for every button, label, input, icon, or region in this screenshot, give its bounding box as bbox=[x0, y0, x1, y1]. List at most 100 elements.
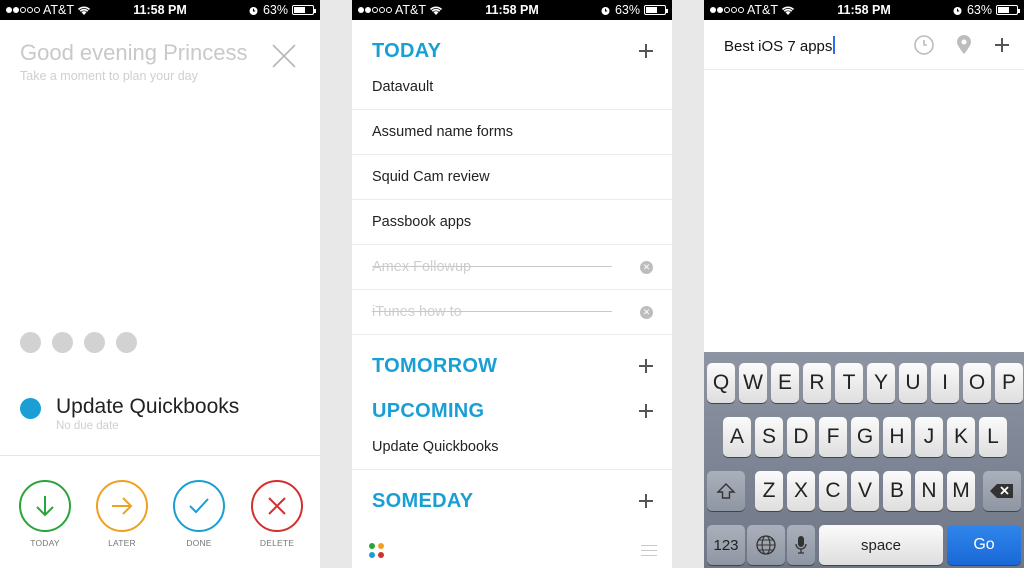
battery-icon bbox=[292, 5, 316, 15]
key-x[interactable]: X bbox=[787, 471, 815, 511]
clock-icon[interactable] bbox=[912, 33, 936, 57]
carrier: AT&T bbox=[43, 3, 75, 17]
key-k[interactable]: K bbox=[947, 417, 975, 457]
task-due-date: No due date bbox=[56, 420, 119, 432]
globe-icon bbox=[756, 535, 776, 555]
task-input[interactable]: Best iOS 7 apps bbox=[724, 36, 836, 55]
section-upcoming: UPCOMING bbox=[372, 400, 485, 422]
key-y[interactable]: Y bbox=[867, 363, 895, 403]
current-task-title[interactable]: Update Quickbooks bbox=[56, 395, 239, 419]
key-c[interactable]: C bbox=[819, 471, 847, 511]
page-dot bbox=[84, 332, 105, 353]
microphone-key[interactable] bbox=[787, 525, 815, 565]
later-button[interactable]: LATER bbox=[94, 480, 150, 548]
go-key[interactable]: Go bbox=[947, 525, 1021, 565]
task-list-screen: AT&T 11:58 PM 63% TODAY Datavault Assume… bbox=[352, 0, 672, 568]
key-t[interactable]: T bbox=[835, 363, 863, 403]
signal-icon bbox=[6, 7, 40, 13]
key-w[interactable]: W bbox=[739, 363, 767, 403]
today-button[interactable]: TODAY bbox=[17, 480, 73, 548]
wifi-icon bbox=[77, 6, 91, 15]
key-q[interactable]: Q bbox=[707, 363, 735, 403]
key-i[interactable]: I bbox=[931, 363, 959, 403]
close-icon[interactable] bbox=[268, 40, 300, 72]
key-z[interactable]: Z bbox=[755, 471, 783, 511]
wifi-icon bbox=[781, 6, 795, 15]
remove-icon[interactable]: ✕ bbox=[640, 306, 653, 319]
section-someday: SOMEDAY bbox=[372, 490, 474, 512]
delete-label: DELETE bbox=[259, 538, 295, 548]
remove-icon[interactable]: ✕ bbox=[640, 261, 653, 274]
strikethrough bbox=[372, 311, 612, 312]
battery-percent: 63% bbox=[262, 3, 288, 17]
task-title: Amex Followup bbox=[372, 259, 472, 275]
add-upcoming-icon[interactable] bbox=[636, 401, 656, 421]
add-icon[interactable] bbox=[990, 33, 1014, 57]
carrier: AT&T bbox=[747, 3, 779, 17]
shift-key[interactable] bbox=[707, 471, 745, 511]
task-row[interactable]: Squid Cam review bbox=[352, 155, 672, 200]
space-key[interactable]: space bbox=[819, 525, 943, 565]
key-j[interactable]: J bbox=[915, 417, 943, 457]
key-p[interactable]: P bbox=[995, 363, 1023, 403]
add-someday-icon[interactable] bbox=[636, 491, 656, 511]
app-menu-icon[interactable] bbox=[367, 542, 387, 562]
key-f[interactable]: F bbox=[819, 417, 847, 457]
key-e[interactable]: E bbox=[771, 363, 799, 403]
key-s[interactable]: S bbox=[755, 417, 783, 457]
location-pin-icon[interactable] bbox=[952, 33, 976, 57]
key-u[interactable]: U bbox=[899, 363, 927, 403]
task-row[interactable]: Datavault bbox=[352, 65, 672, 110]
key-v[interactable]: V bbox=[851, 471, 879, 511]
section-today: TODAY bbox=[372, 40, 442, 62]
hamburger-icon[interactable] bbox=[641, 545, 657, 560]
key-r[interactable]: R bbox=[803, 363, 831, 403]
key-h[interactable]: H bbox=[883, 417, 911, 457]
shift-icon bbox=[716, 483, 736, 499]
battery-percent: 63% bbox=[966, 3, 992, 17]
globe-key[interactable] bbox=[747, 525, 785, 565]
status-bar: AT&T 11:58 PM 63% bbox=[0, 0, 320, 20]
done-label: DONE bbox=[186, 538, 212, 548]
key-d[interactable]: D bbox=[787, 417, 815, 457]
carrier: AT&T bbox=[395, 3, 427, 17]
task-title: Assumed name forms bbox=[372, 124, 514, 140]
task-title: Squid Cam review bbox=[372, 169, 490, 185]
key-m[interactable]: M bbox=[947, 471, 975, 511]
page-dot bbox=[52, 332, 73, 353]
page-dot bbox=[116, 332, 137, 353]
battery-icon bbox=[996, 5, 1020, 15]
new-task-screen: AT&T 11:58 PM 63% Best iOS 7 apps Q W E … bbox=[704, 0, 1024, 568]
done-button[interactable]: DONE bbox=[171, 480, 227, 548]
add-tomorrow-icon[interactable] bbox=[636, 356, 656, 376]
section-tomorrow: TOMORROW bbox=[372, 355, 498, 377]
alarm-icon bbox=[601, 6, 610, 15]
page-dot bbox=[20, 332, 41, 353]
divider bbox=[0, 455, 320, 456]
key-o[interactable]: O bbox=[963, 363, 991, 403]
delete-button[interactable]: DELETE bbox=[249, 480, 305, 548]
greeting: Good evening Princess bbox=[20, 40, 248, 65]
task-row[interactable]: Assumed name forms bbox=[352, 110, 672, 155]
completed-task-row[interactable]: iTunes how to ✕ bbox=[352, 290, 672, 335]
battery-icon bbox=[644, 5, 668, 15]
task-row[interactable]: Update Quickbooks bbox=[352, 425, 672, 470]
x-icon bbox=[268, 497, 286, 515]
backspace-key[interactable] bbox=[983, 471, 1021, 511]
key-n[interactable]: N bbox=[915, 471, 943, 511]
microphone-icon bbox=[795, 536, 807, 554]
divider bbox=[704, 69, 1024, 70]
key-a[interactable]: A bbox=[723, 417, 751, 457]
task-row[interactable]: Passbook apps bbox=[352, 200, 672, 245]
text-cursor bbox=[833, 36, 836, 54]
numbers-key[interactable]: 123 bbox=[707, 525, 745, 565]
arrow-down-icon bbox=[36, 496, 54, 517]
later-label: LATER bbox=[108, 538, 136, 548]
completed-task-row[interactable]: Amex Followup ✕ bbox=[352, 245, 672, 290]
greeting-subtitle: Take a moment to plan your day bbox=[20, 69, 198, 83]
add-today-icon[interactable] bbox=[636, 41, 656, 61]
key-b[interactable]: B bbox=[883, 471, 911, 511]
key-g[interactable]: G bbox=[851, 417, 879, 457]
status-bar: AT&T 11:58 PM 63% bbox=[704, 0, 1024, 20]
key-l[interactable]: L bbox=[979, 417, 1007, 457]
